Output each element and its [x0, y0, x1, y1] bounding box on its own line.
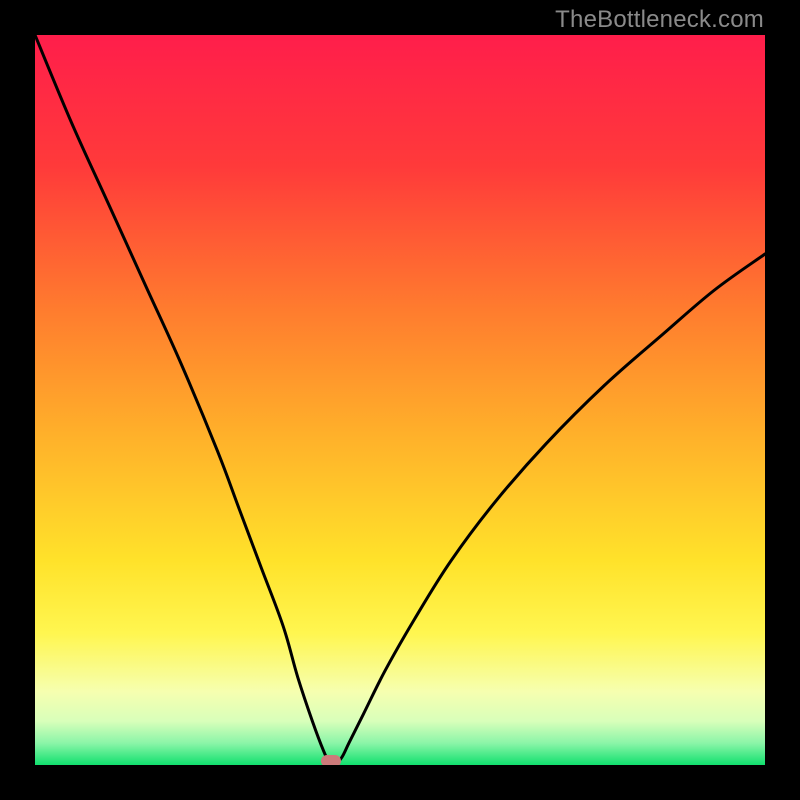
plot-area: [35, 35, 765, 765]
chart-frame: TheBottleneck.com: [0, 0, 800, 800]
minimum-marker: [321, 755, 341, 765]
watermark-text: TheBottleneck.com: [555, 6, 764, 34]
bottleneck-curve: [35, 35, 765, 765]
